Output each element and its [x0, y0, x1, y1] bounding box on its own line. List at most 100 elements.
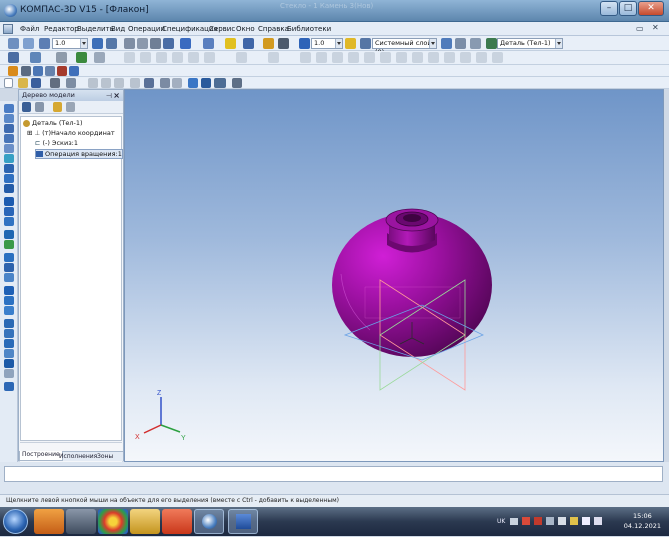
maximize-button[interactable]: □	[619, 1, 637, 16]
preview-icon[interactable]	[66, 78, 76, 88]
clock[interactable]: 15:06 04.12.2021	[624, 511, 661, 531]
format-icon[interactable]	[130, 78, 140, 88]
tree-mode-icon[interactable]	[22, 102, 31, 112]
new-icon[interactable]	[4, 78, 13, 88]
tool-fillet-icon[interactable]	[4, 174, 14, 183]
select-icon[interactable]	[30, 52, 41, 63]
polyline-icon[interactable]	[332, 52, 343, 63]
tool-bend-icon[interactable]	[4, 296, 14, 305]
tool-mcp-icon[interactable]	[4, 263, 14, 272]
save-icon[interactable]	[31, 78, 41, 88]
tool-rotate-icon[interactable]	[4, 124, 14, 133]
help-icon[interactable]	[232, 78, 242, 88]
menu-file[interactable]: Файл	[20, 25, 39, 33]
chevron-down-icon[interactable]	[80, 39, 87, 48]
tool-more-icon[interactable]	[4, 382, 14, 391]
paste-icon[interactable]	[114, 78, 124, 88]
chevron-down-icon[interactable]	[335, 39, 342, 48]
part-icon[interactable]	[243, 38, 254, 49]
tab-zones[interactable]: Зоны	[97, 453, 113, 460]
tool-section-icon[interactable]	[4, 273, 14, 282]
doc-restore-icon[interactable]: ▭	[636, 24, 644, 33]
zoom-field[interactable]: 1.0	[52, 38, 88, 49]
copy-geo-icon[interactable]	[428, 52, 439, 63]
grid-icon[interactable]	[278, 38, 289, 49]
media-player-icon[interactable]	[34, 509, 64, 534]
tool-shell-icon[interactable]	[4, 184, 14, 193]
tool-array-icon[interactable]	[4, 230, 14, 239]
tool-axis-icon[interactable]	[4, 207, 14, 216]
print-icon[interactable]	[50, 78, 60, 88]
acrobat-icon[interactable]	[534, 517, 542, 525]
tree-node-revolve[interactable]: Операция вращения:1	[35, 149, 123, 159]
tool-cut-icon[interactable]	[4, 154, 14, 163]
flag-icon[interactable]	[570, 517, 578, 525]
edit-icon[interactable]	[56, 52, 67, 63]
mirror-icon[interactable]	[94, 52, 105, 63]
network-icon[interactable]	[582, 517, 590, 525]
minimize-button[interactable]: –	[600, 1, 618, 16]
zoom-scale-icon[interactable]	[39, 38, 50, 49]
tree-node-part[interactable]: Деталь (Тел-1)	[23, 119, 83, 127]
tree-expand-icon[interactable]	[66, 102, 75, 112]
tab-versions[interactable]: Исполнения	[59, 453, 97, 460]
scale-field[interactable]: 1.0	[311, 38, 343, 49]
menu-help[interactable]: Справка	[258, 25, 289, 33]
app-icon[interactable]	[4, 4, 17, 17]
orientation-icon[interactable]	[180, 38, 191, 49]
measure-icon[interactable]	[470, 38, 481, 49]
doc-close-icon[interactable]: ✕	[652, 23, 659, 32]
rotate-icon[interactable]	[92, 38, 103, 49]
point-icon[interactable]	[172, 52, 183, 63]
list-icon[interactable]	[455, 38, 466, 49]
manager-icon[interactable]	[188, 78, 198, 88]
line-icon[interactable]	[124, 52, 135, 63]
sketch-icon[interactable]	[76, 52, 87, 63]
tool-attr-icon[interactable]	[4, 359, 14, 368]
table-icon[interactable]	[33, 66, 43, 76]
tree-close-icon[interactable]: ×	[113, 90, 120, 101]
detail-icon[interactable]	[486, 38, 497, 49]
polygon-icon[interactable]	[364, 52, 375, 63]
chevron-down-icon[interactable]	[429, 39, 436, 48]
properties-icon[interactable]	[144, 78, 154, 88]
tree-view-icon[interactable]	[441, 38, 452, 49]
tool-misc-icon[interactable]	[4, 369, 14, 378]
spline-icon[interactable]	[316, 52, 327, 63]
language-indicator[interactable]: UK	[497, 518, 505, 525]
close-button[interactable]: ✕	[638, 1, 664, 16]
chevron-down-icon[interactable]	[555, 39, 562, 48]
dim-icon[interactable]	[188, 52, 199, 63]
settings-icon[interactable]	[263, 38, 274, 49]
tray-app-icon[interactable]	[522, 517, 530, 525]
snap-icon[interactable]	[299, 38, 310, 49]
variables-icon[interactable]	[201, 78, 211, 88]
tool-surface-icon[interactable]	[4, 217, 14, 226]
menu-service[interactable]: Сервис	[209, 25, 235, 33]
scale-geo-icon[interactable]	[444, 52, 455, 63]
tree-filter-icon[interactable]	[53, 102, 62, 112]
tool-weld-icon[interactable]	[4, 319, 14, 328]
offset-icon[interactable]	[412, 52, 423, 63]
cut-icon[interactable]	[88, 78, 98, 88]
tool-diagnostic-icon[interactable]	[4, 339, 14, 348]
chrome-icon[interactable]	[98, 509, 128, 534]
tray-window-icon[interactable]	[558, 517, 566, 525]
view-hidden-icon[interactable]	[150, 38, 161, 49]
undo-icon[interactable]	[160, 78, 170, 88]
tree-node-sketch[interactable]: ⊏ (-) Эскиз:1	[35, 139, 78, 147]
copy-icon[interactable]	[101, 78, 111, 88]
symmetry-icon[interactable]	[476, 52, 487, 63]
keyboard-icon[interactable]	[510, 518, 518, 525]
word-taskbar-button[interactable]	[228, 509, 258, 534]
tool-library-icon[interactable]	[4, 349, 14, 358]
menu-editor[interactable]: Редактор	[44, 25, 79, 33]
cursor-icon[interactable]	[8, 52, 19, 63]
library-icon[interactable]	[8, 66, 18, 76]
explorer-icon[interactable]	[66, 509, 96, 534]
open-icon[interactable]	[18, 78, 28, 88]
tool-extrude-icon[interactable]	[4, 114, 14, 123]
layer-field[interactable]: Системный слой (0)	[372, 38, 437, 56]
pan-icon[interactable]	[106, 38, 117, 49]
array-icon[interactable]	[492, 52, 503, 63]
